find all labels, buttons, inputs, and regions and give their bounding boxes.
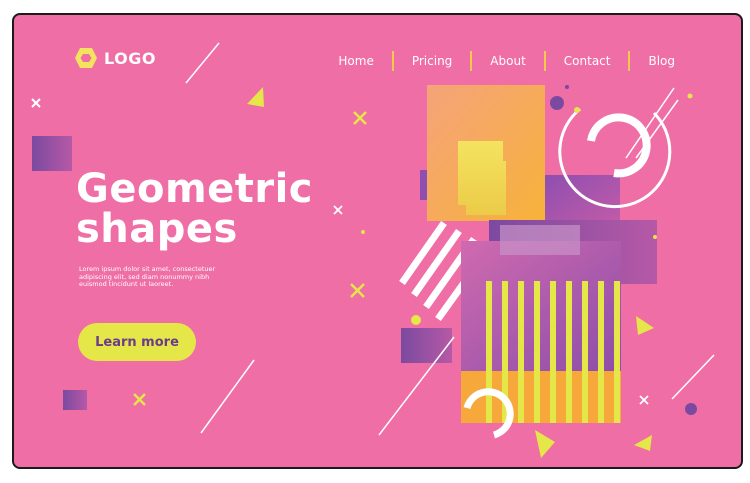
triangle-decor	[247, 87, 264, 107]
purple-rect	[545, 175, 620, 227]
triangle-decor	[634, 435, 652, 451]
purple-square-decor	[63, 390, 87, 410]
learn-more-button[interactable]: Learn more	[78, 323, 196, 361]
triangle-decor	[535, 430, 555, 458]
landing-page: LOGO Home Pricing About Contact Blog Geo…	[12, 13, 743, 469]
dot-decor	[550, 96, 564, 110]
x-mark-decor	[133, 393, 146, 406]
x-mark-decor	[350, 283, 365, 298]
hero-title-line2: shapes	[76, 206, 238, 252]
purple-square-decor	[32, 136, 72, 171]
nav-item-pricing[interactable]: Pricing	[394, 54, 470, 68]
line-decor	[185, 42, 220, 84]
x-mark-decor	[639, 395, 649, 405]
line-decor	[200, 359, 255, 434]
nav-item-home[interactable]: Home	[320, 54, 391, 68]
nav-item-about[interactable]: About	[472, 54, 543, 68]
logo[interactable]: LOGO	[74, 47, 156, 69]
nav-item-blog[interactable]: Blog	[630, 54, 693, 68]
orange-rect	[461, 371, 621, 423]
hero-title: Geometric shapes	[76, 169, 313, 249]
main-nav: Home Pricing About Contact Blog	[320, 51, 693, 71]
nav-item-contact[interactable]: Contact	[546, 54, 629, 68]
hero-body-text: Lorem ipsum dolor sit amet, consectetuer…	[79, 265, 216, 288]
x-mark-decor	[353, 111, 367, 125]
dot-decor	[685, 403, 697, 415]
yellow-shape	[458, 141, 506, 215]
hexagon-logo-icon	[75, 48, 97, 68]
arc-decor	[587, 113, 651, 178]
dot-decor	[411, 315, 421, 325]
triangle-decor	[636, 316, 654, 335]
hero-title-line1: Geometric	[76, 166, 314, 212]
x-mark-decor	[333, 205, 343, 215]
line-decor	[671, 354, 715, 400]
logo-text: LOGO	[104, 48, 156, 68]
purple-rect	[461, 241, 621, 371]
purple-square-decor	[401, 328, 452, 363]
x-mark-decor	[31, 98, 41, 108]
